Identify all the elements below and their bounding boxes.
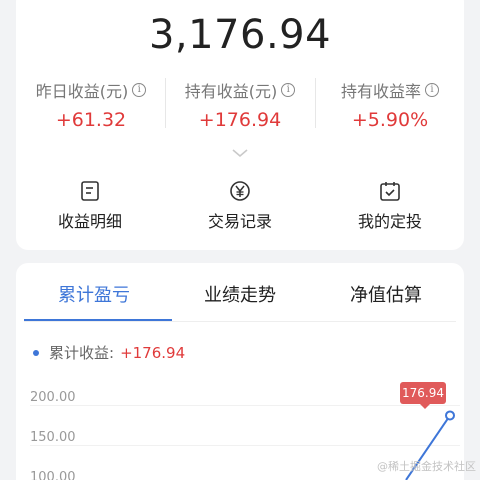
data-point[interactable] [445,410,455,421]
chart-plot [405,410,455,480]
watermark: @稀土掘金技术社区 [377,460,476,473]
data-tooltip: 176.94 [400,382,446,409]
